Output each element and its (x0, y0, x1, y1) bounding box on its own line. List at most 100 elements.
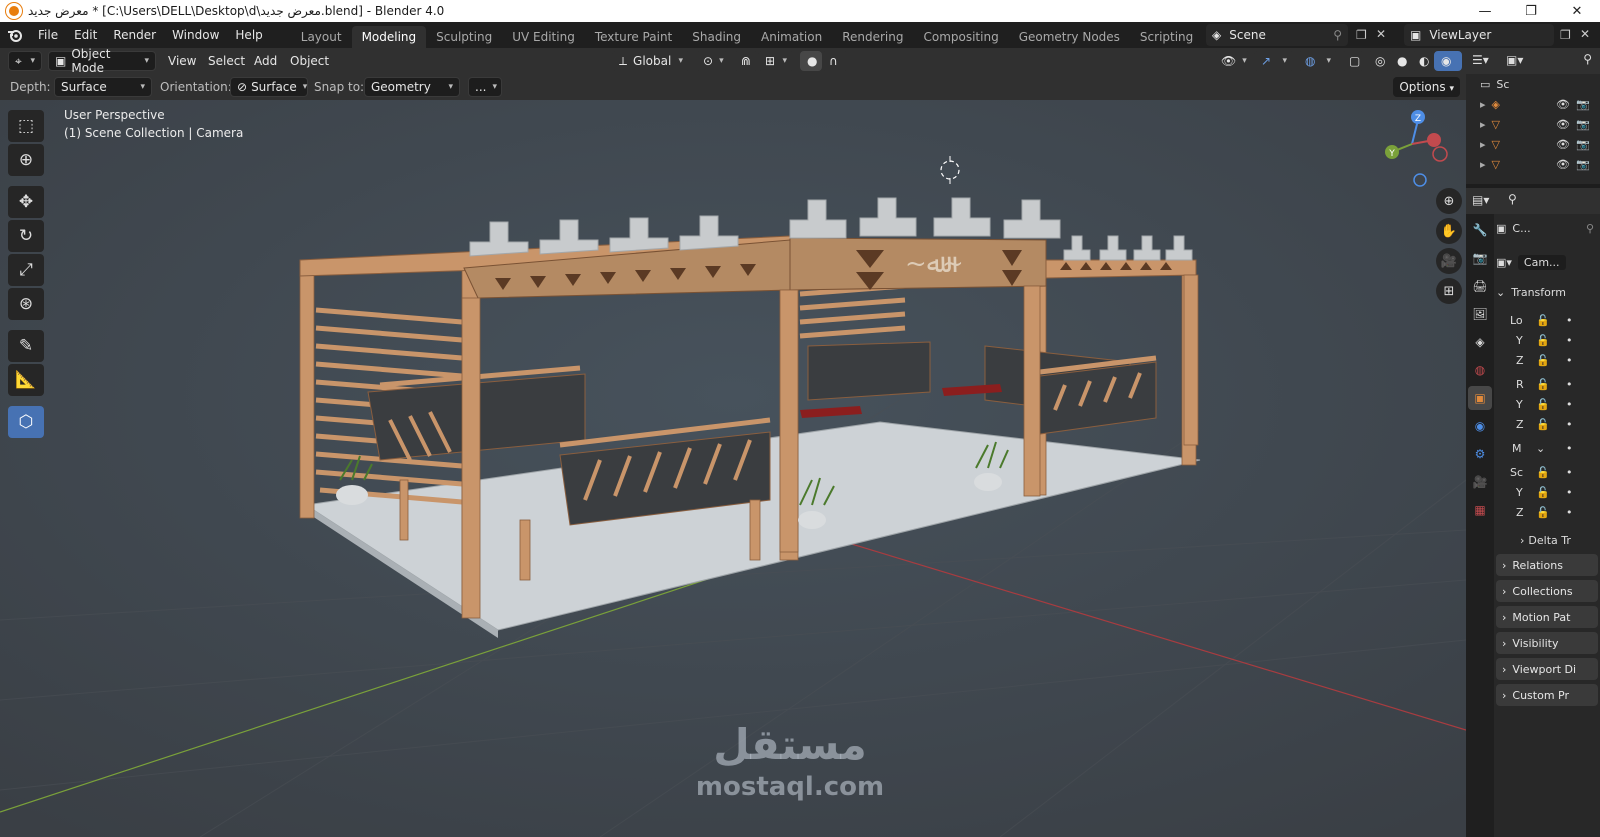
new-view-layer-icon[interactable]: ❐ (1560, 28, 1571, 42)
texture-tab-icon[interactable]: ▦ (1468, 498, 1492, 522)
close-button[interactable]: ✕ (1554, 0, 1600, 22)
orientation-tool-dropdown[interactable]: ⊘ Surface ▾ (230, 77, 308, 97)
data-name-row[interactable]: ▣▾ Cam... (1496, 252, 1600, 272)
add-cube-tool[interactable]: ⬡ (8, 406, 44, 438)
menu-object[interactable]: Object (290, 54, 329, 68)
blender-logo-icon[interactable] (0, 22, 30, 48)
lock-icon[interactable]: 🔓 (1536, 314, 1550, 327)
proportional-edit-toggle[interactable]: ● (800, 51, 822, 71)
zoom-icon[interactable]: ⊕ (1436, 188, 1462, 214)
visibility-panel[interactable]: › Visibility (1496, 632, 1598, 654)
tab-animation[interactable]: Animation (751, 26, 832, 48)
scale-y-row[interactable]: Y 🔓 • (1496, 482, 1600, 502)
outliner-row[interactable]: ▸ ▽ 👁 📷 (1466, 134, 1600, 154)
tab-scripting[interactable]: Scripting (1130, 26, 1203, 48)
outliner-row[interactable]: ▸ ◈ 👁 📷 (1466, 94, 1600, 114)
rotation-y-row[interactable]: Y 🔓 • (1496, 394, 1600, 414)
menu-edit[interactable]: Edit (66, 25, 105, 45)
gizmo-dropdown[interactable]: ↗ ▾ (1254, 51, 1294, 71)
minimize-button[interactable]: — (1462, 0, 1508, 22)
tool-tab-icon[interactable]: 🔧 (1468, 218, 1492, 242)
tab-rendering[interactable]: Rendering (832, 26, 913, 48)
scale-tool[interactable]: ⤢ (8, 254, 44, 286)
location-x-row[interactable]: Lo 🔓 • (1496, 310, 1600, 330)
scale-z-row[interactable]: Z 🔓 • (1496, 502, 1600, 522)
depth-dropdown[interactable]: Surface ▾ (54, 77, 152, 97)
render-camera-icon[interactable]: 📷 (1576, 158, 1590, 171)
motion-paths-panel[interactable]: › Motion Pat (1496, 606, 1598, 628)
mode-dropdown[interactable]: ▣ Object Mode ▾ (48, 47, 156, 75)
visibility-eye-icon[interactable]: 👁 (1556, 118, 1570, 131)
tab-sculpting[interactable]: Sculpting (426, 26, 502, 48)
view-layer-tab-icon[interactable]: 🖼 (1468, 302, 1492, 326)
snap-toggle[interactable]: ⋒ (734, 51, 758, 71)
shading-solid[interactable]: ● (1390, 51, 1412, 71)
lock-icon[interactable]: 🔓 (1536, 506, 1550, 519)
3d-viewport[interactable]: ~ﷲ~ Z Y ⬚ ⊕ ✥ ↻ ⤢ ⊛ ✎ 📐 ⬡ User Perspecti… (0, 100, 1466, 837)
snap-to-dropdown[interactable]: Geometry ▾ (364, 77, 460, 97)
lock-icon[interactable]: 🔓 (1536, 418, 1550, 431)
rotation-z-row[interactable]: Z 🔓 • (1496, 414, 1600, 434)
output-tab-icon[interactable]: 🖨 (1468, 274, 1492, 298)
menu-render[interactable]: Render (105, 25, 164, 45)
shading-rendered[interactable]: ◉ (1434, 51, 1462, 71)
menu-help[interactable]: Help (227, 25, 270, 45)
physics-tab-icon[interactable]: ◉ (1468, 414, 1492, 438)
cursor-tool[interactable]: ⊕ (8, 144, 44, 176)
transform-panel-header[interactable]: ⌄ Transform (1496, 282, 1600, 302)
outliner-search-icon[interactable]: ⚲ (1583, 52, 1592, 66)
scale-x-row[interactable]: Sc 🔓 • (1496, 462, 1600, 482)
measure-tool[interactable]: 📐 (8, 364, 44, 396)
constraints-tab-icon[interactable]: ⚙ (1468, 442, 1492, 466)
select-box-tool[interactable]: ⬚ (8, 110, 44, 142)
world-tab-icon[interactable]: ◍ (1468, 358, 1492, 382)
outliner-row[interactable]: ▸ ▽ 👁 📷 (1466, 114, 1600, 134)
display-mode-icon[interactable]: ▣▾ (1506, 53, 1523, 67)
visibility-eye-icon[interactable]: 👁 (1556, 98, 1570, 111)
menu-file[interactable]: File (30, 25, 66, 45)
render-camera-icon[interactable]: 📷 (1576, 118, 1590, 131)
scene-tab-icon[interactable]: ◈ (1468, 330, 1492, 354)
location-z-row[interactable]: Z 🔓 • (1496, 350, 1600, 370)
delete-scene-icon[interactable]: ✕ (1376, 27, 1386, 41)
options-dropdown[interactable]: Options ▾ (1393, 77, 1460, 97)
new-scene-icon[interactable]: ❐ (1356, 28, 1367, 42)
data-tab-icon[interactable]: 🎥 (1468, 470, 1492, 494)
viewport-display-panel[interactable]: › Viewport Di (1496, 658, 1598, 680)
pan-hand-icon[interactable]: ✋ (1436, 218, 1462, 244)
visibility-eye-icon[interactable]: 👁 (1556, 138, 1570, 151)
render-camera-icon[interactable]: 📷 (1576, 98, 1590, 111)
location-y-row[interactable]: Y 🔓 • (1496, 330, 1600, 350)
object-tab-icon[interactable]: ▣ (1468, 386, 1492, 410)
ortho-grid-icon[interactable]: ⊞ (1436, 278, 1462, 304)
data-name-field[interactable]: Cam... (1517, 254, 1566, 270)
visibility-eye-icon[interactable]: 👁 (1556, 158, 1570, 171)
outliner-root[interactable]: ▭ Sc (1466, 74, 1600, 94)
maximize-button[interactable]: ❐ (1508, 0, 1554, 22)
lock-icon[interactable]: 🔓 (1536, 466, 1550, 479)
xray-toggle[interactable]: ▢ (1342, 51, 1364, 71)
lock-icon[interactable]: 🔓 (1536, 354, 1550, 367)
tab-shading[interactable]: Shading (682, 26, 751, 48)
properties-search-icon[interactable]: ⚲ (1508, 192, 1517, 206)
tab-geometry-nodes[interactable]: Geometry Nodes (1009, 26, 1130, 48)
shading-material[interactable]: ◐ (1412, 51, 1434, 71)
properties-type-icon[interactable]: ▤▾ (1472, 193, 1489, 207)
outliner-type-icon[interactable]: ☰▾ (1472, 53, 1489, 67)
tab-uv-editing[interactable]: UV Editing (502, 26, 585, 48)
object-name-row[interactable]: ▣ C... ⚲ (1496, 218, 1600, 238)
shading-wireframe[interactable]: ◎ (1368, 51, 1390, 71)
editor-type-button[interactable]: ⌖ ▾ (8, 51, 42, 71)
relations-panel[interactable]: › Relations (1496, 554, 1598, 576)
view-layer-selector[interactable]: ▣ ViewLayer (1404, 24, 1554, 46)
tab-modeling[interactable]: Modeling (351, 26, 427, 48)
transform-tool[interactable]: ⊛ (8, 288, 44, 320)
lock-icon[interactable]: 🔓 (1536, 398, 1550, 411)
tab-layout[interactable]: Layout (291, 26, 352, 48)
chevron-down-icon[interactable]: ⌄ (1536, 442, 1545, 455)
custom-properties-panel[interactable]: › Custom Pr (1496, 684, 1598, 706)
render-camera-icon[interactable]: 📷 (1576, 138, 1590, 151)
annotate-tool[interactable]: ✎ (8, 330, 44, 362)
rotation-mode-row[interactable]: M ⌄ • (1496, 438, 1600, 458)
snap-target-dropdown[interactable]: ⊞ ▾ (758, 51, 794, 71)
